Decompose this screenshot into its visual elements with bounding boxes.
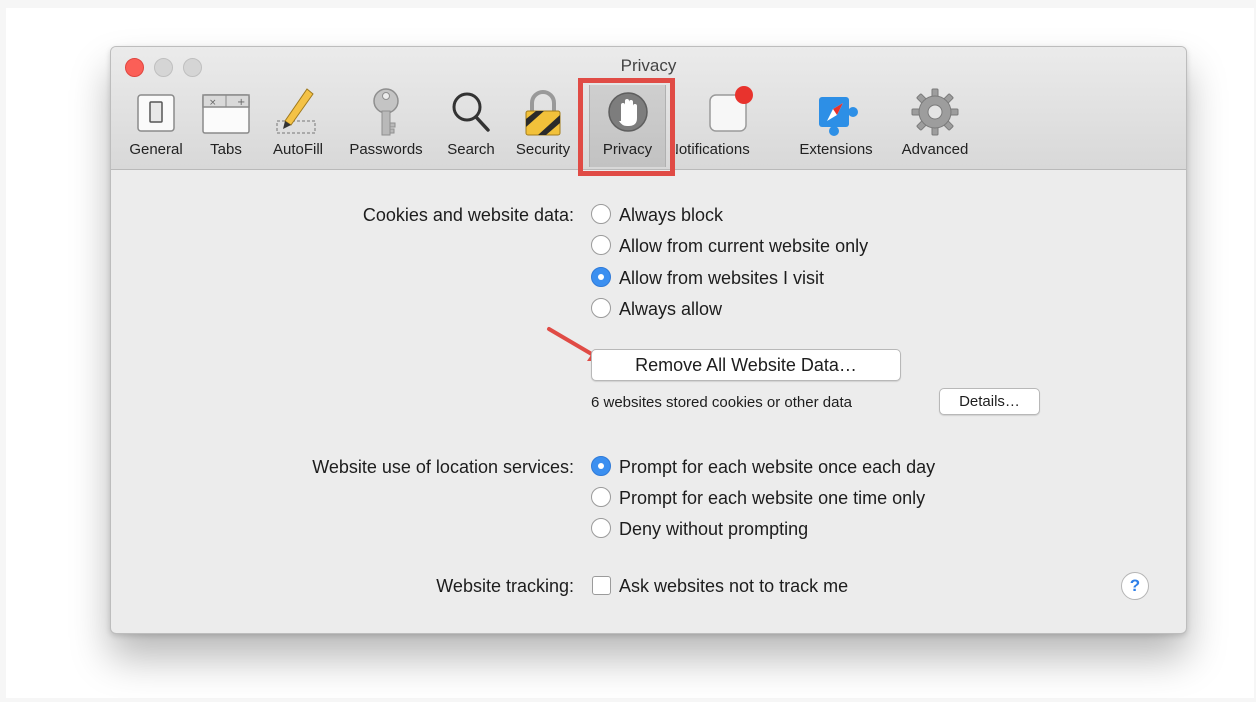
radio-label: Prompt for each website once each day — [619, 457, 936, 477]
tabs-icon: × + — [202, 94, 250, 134]
preferences-window: Privacy General × + Tabs AutoFill Passwo… — [110, 46, 1187, 634]
window-title: Privacy — [620, 56, 677, 75]
radio-label: Allow from websites I visit — [619, 268, 825, 288]
svg-text:×: × — [209, 98, 217, 108]
general-switch-icon — [137, 94, 175, 132]
radio-label: Allow from current website only — [619, 236, 869, 256]
radio-allow-current-website[interactable]: Allow from current website only — [591, 235, 869, 257]
tab-general[interactable]: General — [119, 85, 193, 167]
details-button[interactable]: Details… — [939, 388, 1040, 415]
radio-always-block[interactable]: Always block — [591, 204, 724, 226]
radio-always-allow[interactable]: Always allow — [591, 298, 723, 320]
tab-search[interactable]: Search — [437, 85, 505, 167]
radio-button[interactable] — [591, 298, 611, 319]
location-section-label: Website use of location services: — [312, 457, 574, 477]
tab-advanced-label: Advanced — [901, 141, 969, 158]
puzzle-icon — [819, 97, 858, 136]
privacy-highlight-box — [578, 78, 675, 176]
help-button[interactable]: ? — [1121, 572, 1149, 600]
radio-label: Always block — [619, 205, 724, 225]
radio-button[interactable] — [591, 204, 611, 225]
svg-text:+: + — [237, 97, 245, 108]
tab-extensions-label: Extensions — [799, 141, 873, 158]
radio-label: Prompt for each website one time only — [619, 488, 926, 508]
radio-button-selected[interactable] — [591, 267, 611, 288]
tab-notifications[interactable]: Notifications — [676, 85, 781, 167]
key-icon — [373, 88, 399, 136]
tab-search-label: Search — [447, 141, 495, 158]
tab-passwords[interactable]: Passwords — [339, 85, 433, 167]
checkbox-label: Ask websites not to track me — [619, 576, 849, 596]
radio-button-selected[interactable] — [591, 456, 611, 477]
radio-deny-without-prompting[interactable]: Deny without prompting — [591, 518, 809, 540]
do-not-track-option[interactable]: Ask websites not to track me — [592, 575, 849, 597]
gear-icon — [911, 88, 959, 136]
tab-passwords-label: Passwords — [349, 141, 423, 158]
radio-prompt-once-each-day[interactable]: Prompt for each website once each day — [591, 456, 936, 478]
radio-button[interactable] — [591, 487, 611, 508]
tab-extensions[interactable]: Extensions — [787, 85, 885, 167]
do-not-track-checkbox[interactable] — [592, 575, 611, 595]
tab-notifications-label: Notifications — [676, 141, 750, 158]
padlock-icon — [525, 90, 561, 136]
radio-prompt-one-time-only[interactable]: Prompt for each website one time only — [591, 487, 926, 509]
remove-all-website-data-button[interactable]: Remove All Website Data… — [591, 349, 901, 381]
tab-autofill-label: AutoFill — [272, 141, 324, 158]
tracking-section-label: Website tracking: — [436, 576, 574, 596]
tab-security[interactable]: Security — [509, 85, 577, 167]
tab-security-label: Security — [515, 141, 571, 158]
notification-icon — [708, 86, 753, 132]
stored-cookies-info: 6 websites stored cookies or other data — [591, 394, 852, 411]
tab-general-label: General — [129, 141, 183, 158]
tab-tabs[interactable]: × + Tabs — [197, 85, 255, 167]
radio-button[interactable] — [591, 518, 611, 539]
radio-label: Always allow — [619, 299, 723, 319]
tab-tabs-label: Tabs — [210, 141, 242, 158]
window-toolbar: Privacy General × + Tabs AutoFill Passwo… — [111, 47, 1186, 176]
tab-autofill[interactable]: AutoFill — [261, 85, 335, 167]
tab-advanced[interactable]: Advanced — [889, 85, 981, 167]
pencil-icon — [276, 88, 316, 134]
cookies-section-label: Cookies and website data: — [362, 205, 574, 225]
magnifier-icon — [452, 92, 490, 132]
radio-label: Deny without prompting — [619, 519, 809, 539]
radio-allow-websites-visited[interactable]: Allow from websites I visit — [591, 267, 825, 289]
radio-button[interactable] — [591, 235, 611, 256]
